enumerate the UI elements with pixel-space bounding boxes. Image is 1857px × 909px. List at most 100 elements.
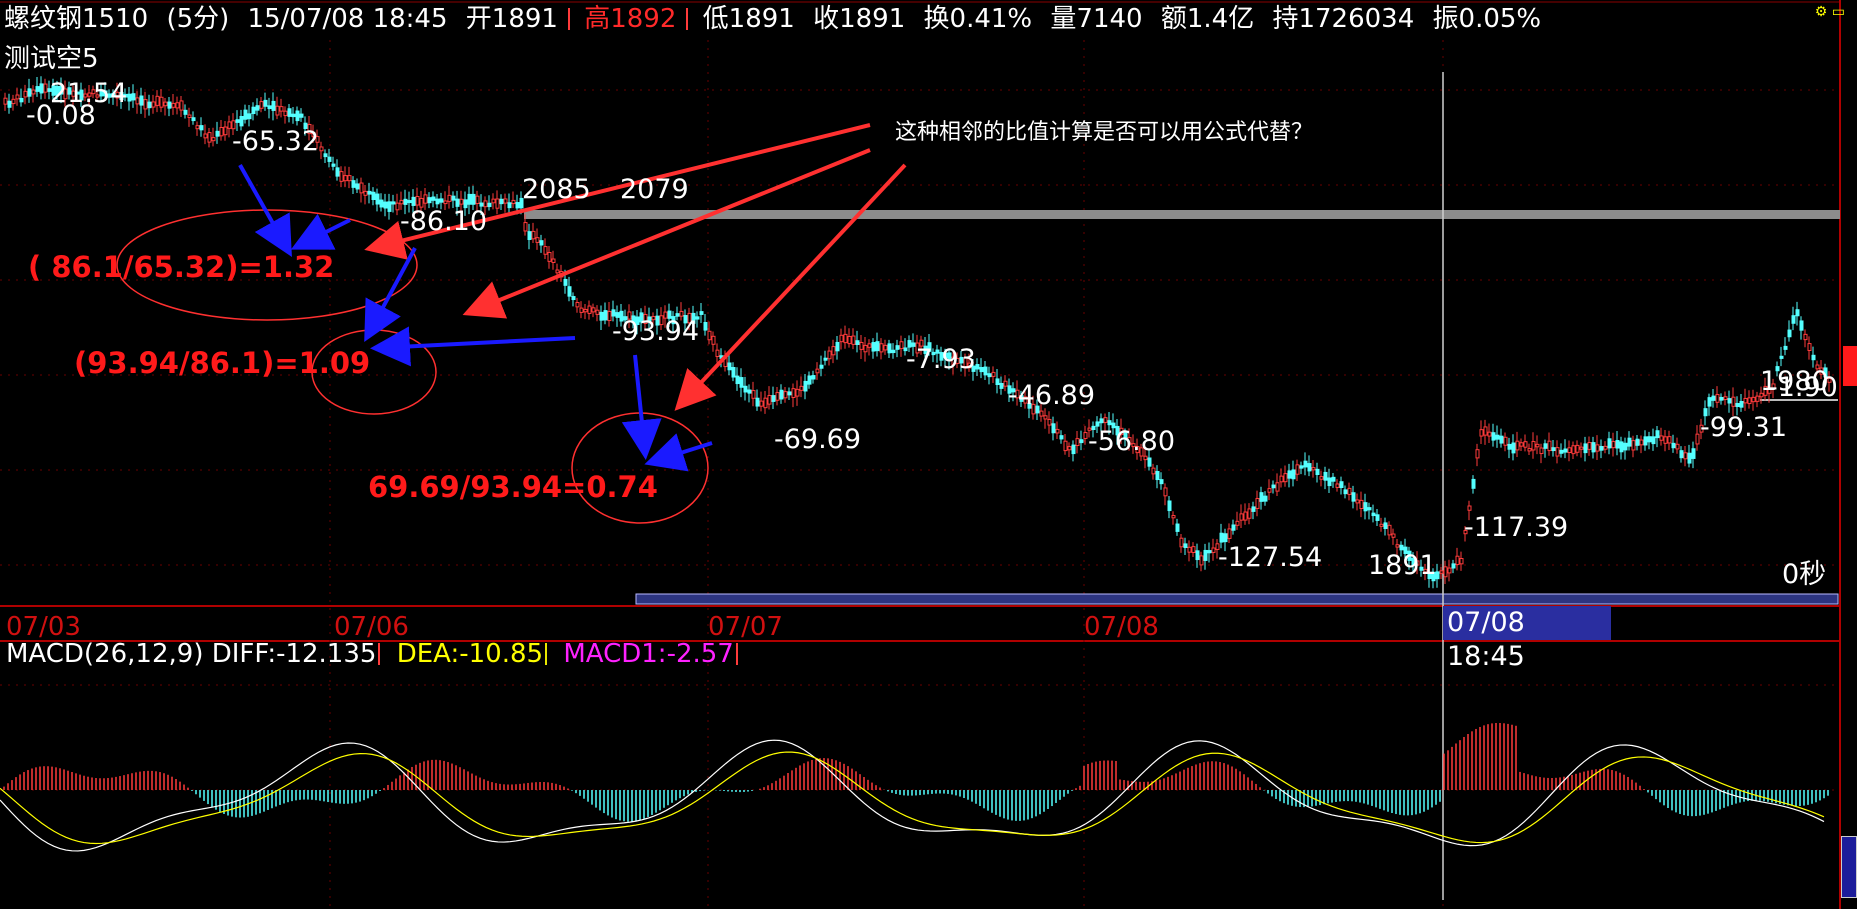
candle-body	[159, 96, 164, 108]
macd-value-marker	[1841, 836, 1857, 898]
candle-body	[1395, 544, 1400, 548]
candle-body	[803, 380, 808, 392]
candle-body	[443, 200, 448, 205]
candle-body	[35, 86, 40, 92]
candle-body	[319, 146, 324, 152]
candle-body	[515, 202, 520, 209]
candle-body	[527, 231, 532, 241]
candle-body	[1495, 434, 1500, 440]
candle-body	[599, 311, 604, 321]
candle-body	[1631, 440, 1636, 451]
candle-body	[27, 88, 32, 97]
candle-body	[1455, 555, 1460, 566]
candle-body	[863, 344, 868, 353]
candle-body	[1671, 442, 1676, 449]
candle-body	[1739, 400, 1744, 408]
candle-body	[575, 302, 580, 308]
candle-body	[1583, 443, 1588, 454]
candle-body	[131, 93, 136, 101]
candle-body	[1543, 443, 1548, 449]
candle-body	[875, 341, 880, 352]
candle-body	[975, 364, 980, 370]
candle-body	[439, 198, 444, 203]
candle-body	[351, 180, 356, 188]
candle-body	[1371, 512, 1376, 517]
candle-body	[775, 392, 780, 401]
toolbar-icons[interactable]: ⚙ ▭	[1815, 4, 1845, 20]
candle-body	[727, 362, 732, 371]
price-label: -7.93	[906, 344, 976, 375]
candle-body	[1695, 433, 1700, 445]
candle-body	[1167, 500, 1172, 512]
candle-body	[163, 101, 168, 107]
candle-body	[1347, 487, 1352, 495]
candle-body	[179, 100, 184, 111]
candle-body	[1331, 476, 1336, 482]
blue-arrow	[290, 213, 351, 250]
candle-body	[1075, 438, 1080, 447]
blue-arrow	[621, 354, 662, 460]
candle-body	[355, 183, 360, 190]
candle-body	[7, 100, 12, 108]
date-label: 07/07	[708, 612, 783, 642]
candle-body	[1003, 380, 1008, 387]
blue-arrow	[364, 247, 417, 343]
candle-body	[1667, 436, 1672, 444]
candle-body	[771, 395, 776, 402]
candle-body	[1183, 543, 1188, 548]
candle-body	[1107, 420, 1112, 426]
candle-body	[1691, 448, 1696, 459]
candle-body	[787, 391, 792, 396]
annotation-arrow	[674, 163, 907, 411]
candle-body	[551, 258, 556, 263]
candle-body	[1707, 397, 1712, 407]
candle-body	[979, 367, 984, 373]
candle-body	[1619, 441, 1624, 453]
candle-body	[855, 340, 860, 345]
candle-body	[1343, 489, 1348, 495]
candle-body	[871, 342, 876, 352]
candle-body	[1207, 550, 1212, 554]
candle-body	[487, 202, 492, 208]
price-label: -93.94	[612, 316, 700, 347]
price-label: -127.54	[1218, 542, 1323, 573]
candle-body	[1383, 522, 1388, 530]
candle-body	[135, 97, 140, 105]
candle-body	[1351, 492, 1356, 502]
candle-body	[827, 350, 832, 360]
candle-body	[603, 310, 608, 321]
candle-body	[447, 194, 452, 202]
candle-body	[1163, 487, 1168, 497]
candle-body	[1627, 437, 1632, 447]
candle-body	[1675, 443, 1680, 450]
candle-body	[779, 389, 784, 400]
candle-body	[259, 101, 264, 109]
candle-body	[715, 349, 720, 357]
price-label: 2085	[522, 174, 591, 205]
candle-body	[1663, 436, 1668, 444]
candle-body	[11, 98, 16, 105]
candle-body	[1039, 410, 1044, 417]
candle-body	[767, 394, 772, 405]
candle-body	[475, 195, 480, 204]
candle-body	[1567, 447, 1572, 454]
candle-body	[1295, 464, 1300, 475]
candle-body	[1443, 566, 1448, 578]
candle-body	[215, 130, 220, 137]
candle-body	[1747, 397, 1752, 405]
candle-body	[287, 108, 292, 117]
candle-body	[1607, 438, 1612, 449]
annotation-question: 这种相邻的比值计算是否可以用公式代替？	[895, 120, 1314, 145]
candle-body	[1099, 418, 1104, 424]
candle-body	[1527, 448, 1532, 452]
candle-body	[999, 382, 1004, 389]
candle-body	[883, 344, 888, 351]
divider	[735, 643, 738, 665]
candle-body	[267, 105, 272, 110]
candle-body	[1683, 452, 1688, 460]
candle-body	[1643, 436, 1648, 446]
candle-body	[271, 100, 276, 111]
candle-body	[1491, 432, 1496, 441]
candle-body	[799, 385, 804, 391]
candle-body	[375, 193, 380, 205]
